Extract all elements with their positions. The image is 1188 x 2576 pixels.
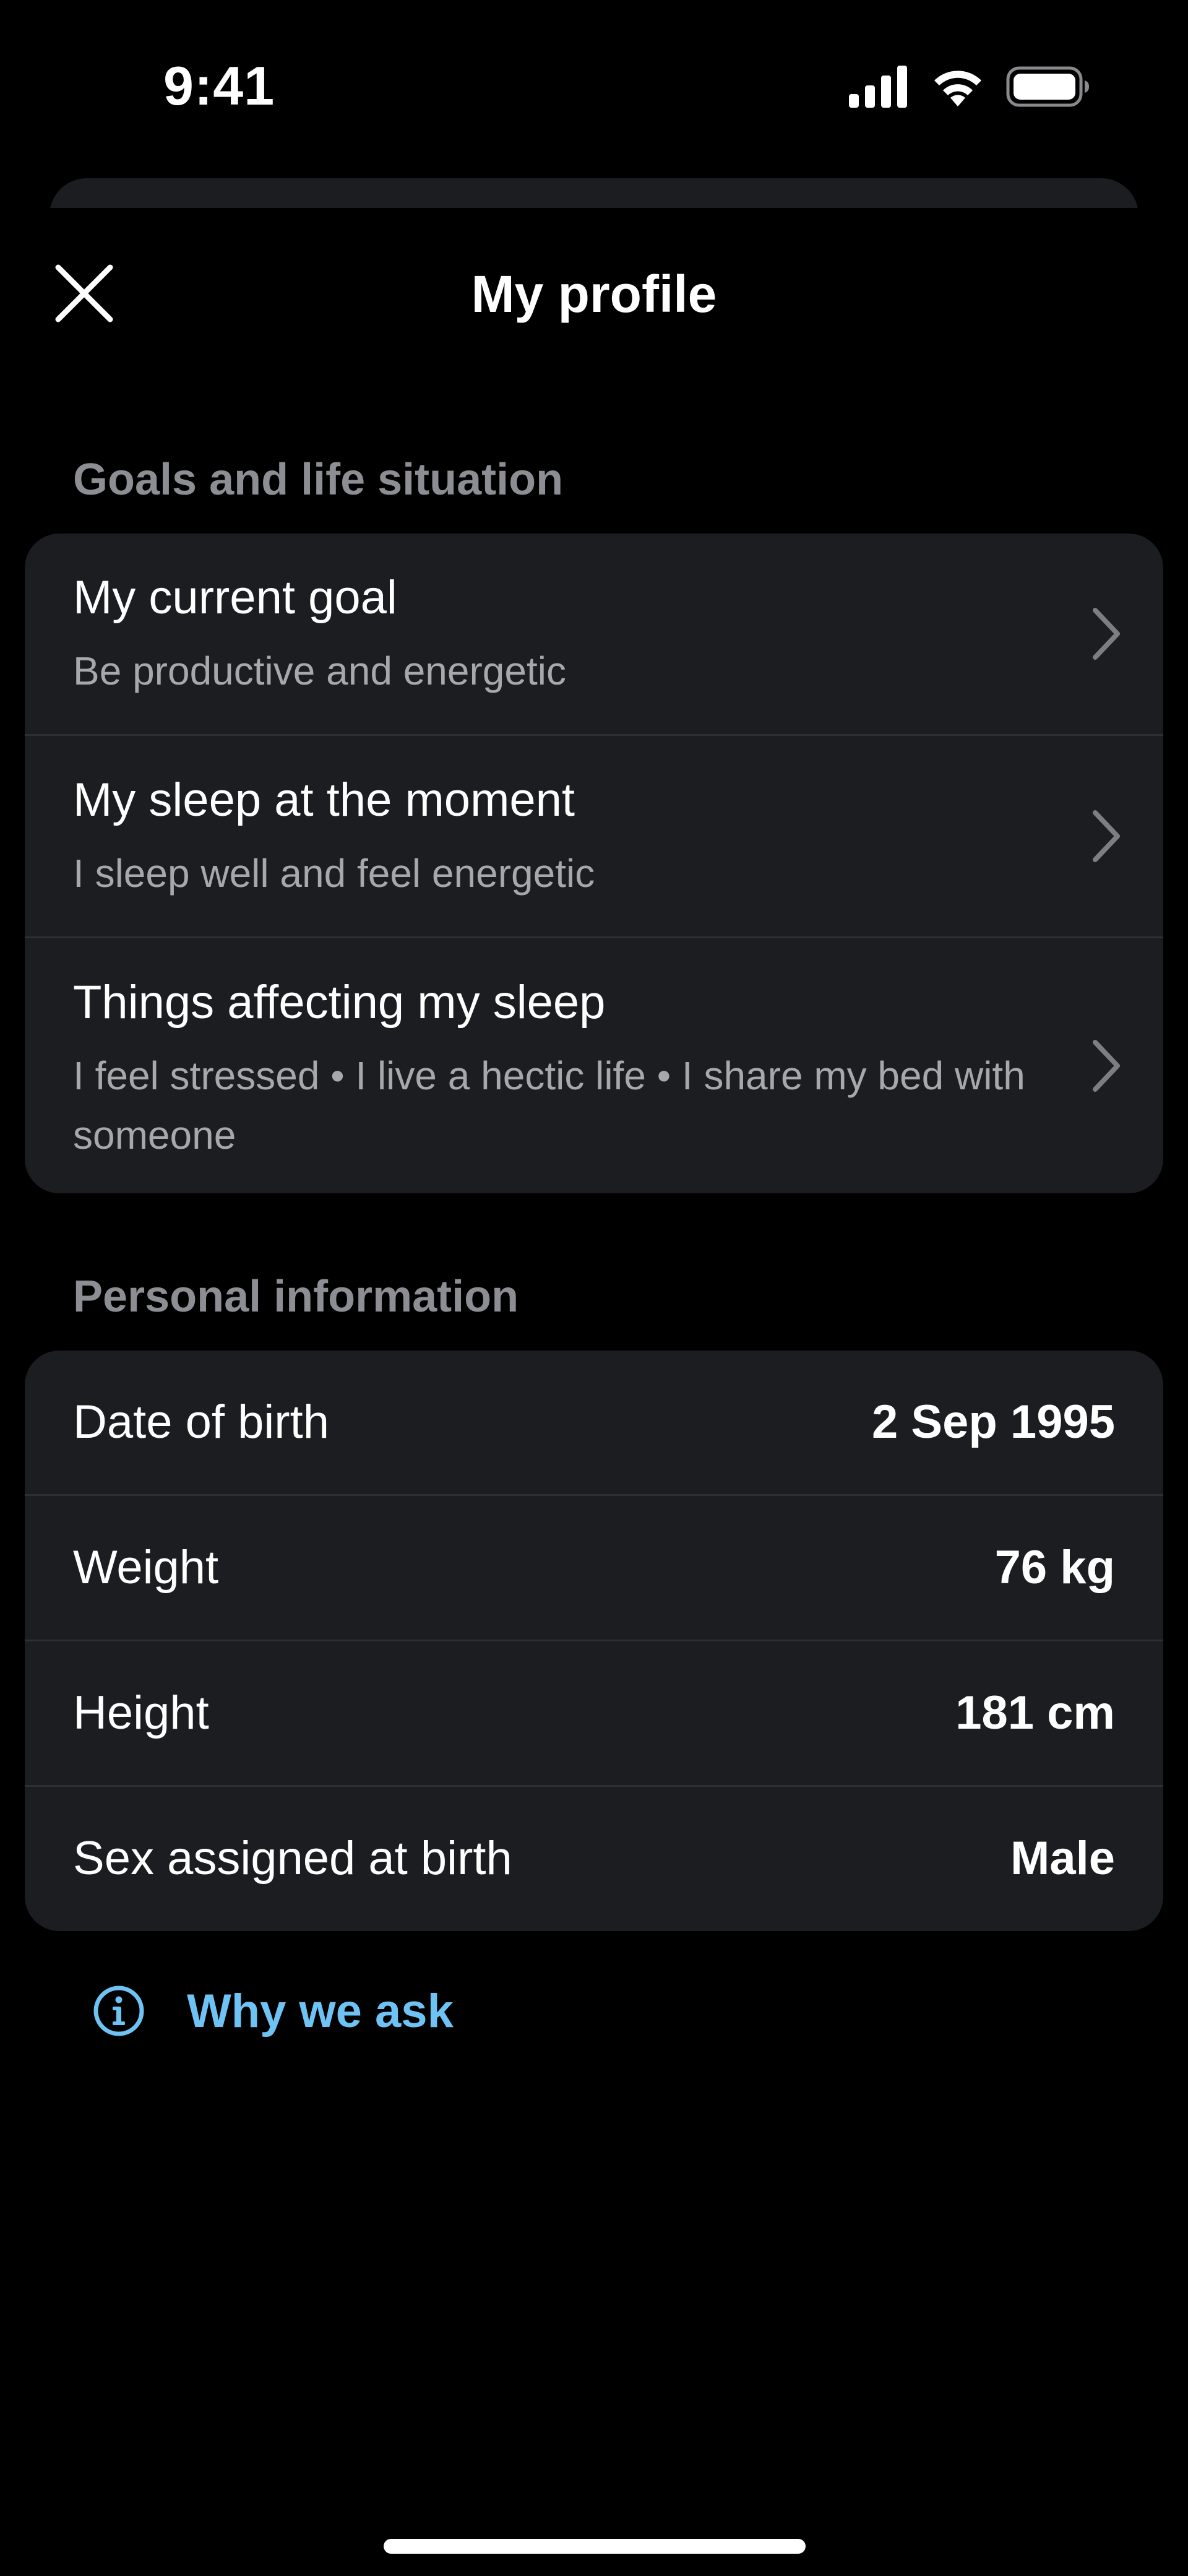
goals-card: My current goal Be productive and energe… — [25, 534, 1163, 1193]
cellular-signal-icon — [849, 66, 907, 108]
section-header-goals: Goals and life situation — [73, 455, 564, 504]
sex-label: Sex assigned at birth — [73, 1832, 512, 1885]
why-we-ask-label: Why we ask — [187, 1984, 454, 2038]
height-row[interactable]: Height 181 cm — [25, 1641, 1163, 1787]
section-header-personal: Personal information — [73, 1272, 519, 1321]
sex-value: Male — [1010, 1832, 1115, 1885]
date-of-birth-label: Date of birth — [73, 1396, 329, 1448]
chevron-right-icon — [1088, 604, 1125, 663]
page-title: My profile — [471, 265, 717, 323]
status-icons — [848, 64, 1090, 109]
height-value: 181 cm — [955, 1687, 1115, 1739]
wifi-icon — [934, 71, 981, 106]
home-indicator — [384, 2539, 806, 2554]
why-we-ask-link[interactable]: Why we ask — [93, 1977, 454, 2045]
height-label: Height — [73, 1687, 209, 1739]
chevron-right-icon — [1088, 1036, 1125, 1096]
weight-value: 76 kg — [994, 1541, 1115, 1594]
status-bar: 9:41 — [0, 0, 1188, 173]
sleep-moment-row-subtitle: I sleep well and feel energetic — [73, 851, 595, 896]
sleep-factors-row-title: Things affecting my sleep — [73, 976, 606, 1029]
goal-row-title: My current goal — [73, 571, 397, 624]
date-of-birth-value: 2 Sep 1995 — [872, 1396, 1115, 1448]
weight-label: Weight — [73, 1541, 219, 1594]
battery-icon — [1006, 66, 1089, 107]
goal-row-subtitle: Be productive and energetic — [73, 649, 566, 693]
info-icon — [93, 1985, 145, 2037]
sleep-moment-row-title: My sleep at the moment — [73, 774, 575, 826]
goal-row[interactable]: My current goal Be productive and energe… — [25, 534, 1163, 736]
sleep-factors-row-subtitle: I feel stressed • I live a hectic life •… — [73, 1053, 1025, 1157]
status-time: 9:41 — [163, 55, 275, 116]
sleep-moment-row[interactable]: My sleep at the moment I sleep well and … — [25, 736, 1163, 938]
personal-info-card: Date of birth 2 Sep 1995 Weight 76 kg He… — [25, 1351, 1163, 1931]
chevron-right-icon — [1088, 806, 1125, 866]
weight-row[interactable]: Weight 76 kg — [25, 1496, 1163, 1641]
date-of-birth-row[interactable]: Date of birth 2 Sep 1995 — [25, 1351, 1163, 1496]
sex-row[interactable]: Sex assigned at birth Male — [25, 1787, 1163, 1930]
sleep-factors-row[interactable]: Things affecting my sleep I feel stresse… — [25, 938, 1163, 1193]
